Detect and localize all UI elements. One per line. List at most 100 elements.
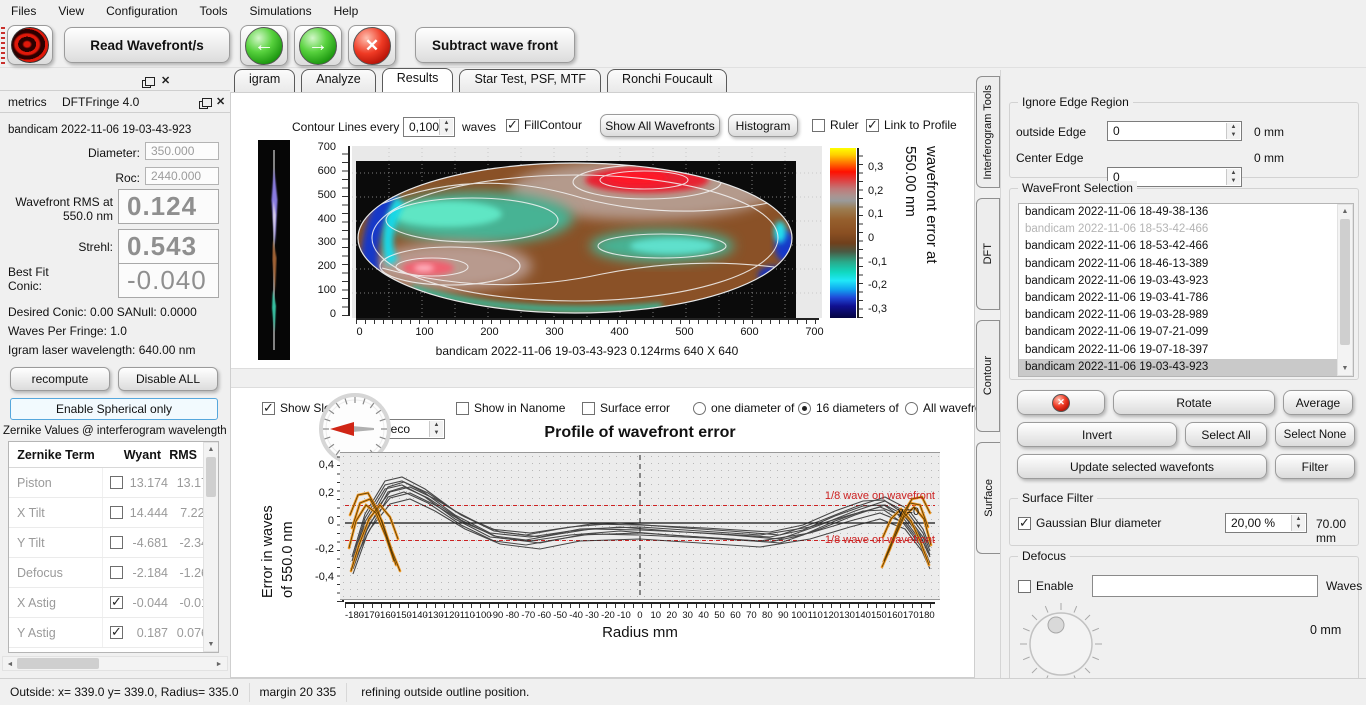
scroll-down-icon[interactable]: ▼ [1338,362,1352,375]
close-metrics-icon[interactable]: ✕ [216,97,225,107]
gaussian-percent-spinbox[interactable]: 20,00 % ▲▼ [1225,513,1307,533]
scroll-thumb[interactable] [206,457,216,497]
float-metrics-icon[interactable] [199,101,208,109]
average-button[interactable]: Average [1283,390,1353,415]
checkbox-icon[interactable] [582,402,595,415]
wavefront-list-item[interactable]: bandicam 2022-11-06 19-03-43-923 [1019,359,1337,376]
sixteen-diameters-radio[interactable]: 16 diameters of [798,401,899,415]
checkbox-icon[interactable] [262,402,275,415]
next-wavefront-button[interactable]: → [294,25,342,66]
gaussian-blur-checkbox[interactable]: Gaussian Blur diameter [1018,516,1161,530]
menu-item[interactable]: Configuration [95,0,188,22]
wavefront-list-item[interactable]: bandicam 2022-11-06 18-46-13-389 [1019,256,1337,273]
scroll-right-icon[interactable]: ► [212,657,226,670]
scroll-left-icon[interactable]: ◄ [3,657,17,670]
menu-item[interactable]: Help [323,0,370,22]
defocus-waves-input[interactable] [1092,575,1318,597]
zernike-checkbox[interactable] [110,536,123,549]
read-wavefronts-button[interactable]: Read Wavefront/s [64,27,230,63]
menu-item[interactable]: View [47,0,95,22]
wavefront-list-item[interactable]: bandicam 2022-11-06 19-03-28-989 [1019,307,1337,324]
scroll-up-icon[interactable]: ▲ [204,443,218,456]
main-tab[interactable]: Results [382,68,454,92]
main-tab[interactable]: igram [234,69,295,92]
checkbox-icon[interactable] [1018,580,1031,593]
prev-wavefront-button[interactable]: ← [240,25,288,66]
select-all-button[interactable]: Select All [1185,422,1267,447]
checkbox-icon[interactable] [506,119,519,132]
roc-field[interactable]: 2440.000 [145,167,219,185]
defocus-knob[interactable] [1018,601,1104,687]
invert-button[interactable]: Invert [1017,422,1177,447]
delete-wavefront-button[interactable]: ✕ [348,25,396,66]
defocus-enable-checkbox[interactable]: Enable [1018,579,1073,593]
zernike-checkbox[interactable] [110,566,123,579]
link-to-profile-checkbox[interactable]: Link to Profile [866,118,957,132]
close-panel-icon[interactable]: ✕ [161,76,170,86]
dock-tab[interactable]: Contour [976,320,1000,432]
dock-tab[interactable]: Interferogram Tools [976,76,1000,188]
wavefront-list-item[interactable]: bandicam 2022-11-06 19-03-41-786 [1019,290,1337,307]
wavefront-list-item[interactable]: bandicam 2022-11-06 18-53-42-466 [1019,238,1337,255]
filter-button[interactable]: Filter [1275,454,1355,479]
histogram-button[interactable]: Histogram [728,114,798,137]
menu-item[interactable]: Files [0,0,47,22]
igram-fringe-button[interactable] [7,25,53,65]
scroll-thumb[interactable] [17,658,99,669]
metrics-tab-label[interactable]: metrics [8,95,47,109]
main-tab[interactable]: Star Test, PSF, MTF [459,69,601,92]
wavefront-list-item[interactable]: bandicam 2022-11-06 19-07-21-099 [1019,324,1337,341]
wavefront-list-item[interactable]: bandicam 2022-11-06 18-49-38-136 [1019,204,1337,221]
radio-icon[interactable] [693,402,706,415]
checkbox-icon[interactable] [866,119,879,132]
dock-tab[interactable]: Surface [976,442,1001,554]
rotate-button[interactable]: Rotate [1113,390,1275,415]
wavefront-list-scrollbar[interactable]: ▲ ▼ [1337,204,1353,376]
ruler-checkbox[interactable]: Ruler [812,118,859,132]
zernike-checkbox[interactable] [110,626,123,639]
surface-error-checkbox[interactable]: Surface error [582,401,670,415]
menu-item[interactable]: Simulations [239,0,323,22]
main-tab[interactable]: Ronchi Foucault [607,69,727,92]
enable-spherical-button[interactable]: Enable Spherical only [10,398,218,420]
menu-item[interactable]: Tools [189,0,239,22]
zernike-vscrollbar[interactable]: ▲ ▼ [203,442,219,652]
fillcontour-checkbox[interactable]: FillContour [506,118,582,132]
radio-icon[interactable] [905,402,918,415]
recompute-button[interactable]: recompute [10,367,110,391]
metrics-hscrollbar[interactable]: ◄ ► [2,656,228,671]
main-tab[interactable]: Analyze [301,69,375,92]
select-none-button[interactable]: Select None [1275,422,1355,447]
zernike-checkbox[interactable] [110,506,123,519]
contour-interval-spinbox[interactable]: 0,100 ▲▼ [403,117,455,137]
zernike-checkbox[interactable] [110,476,123,489]
dock-tab[interactable]: DFT [976,198,1000,310]
float-panel-icon[interactable] [142,80,151,88]
outside-edge-spinbox[interactable]: 0 ▲▼ [1107,121,1242,141]
update-selected-button[interactable]: Update selected wavefonts [1017,454,1267,479]
scroll-down-icon[interactable]: ▼ [204,638,218,651]
profile-plot[interactable] [340,452,940,600]
checkbox-icon[interactable] [456,402,469,415]
wavefront-list[interactable]: bandicam 2022-11-06 18-49-38-136 bandica… [1018,203,1354,377]
wavefront-list-item[interactable]: bandicam 2022-11-06 19-07-18-397 [1019,342,1337,359]
show-in-nanometers-checkbox[interactable]: Show in Nanome [456,401,565,415]
scroll-up-icon[interactable]: ▲ [1338,205,1352,218]
toolbar-drag-handle[interactable] [1,26,5,64]
delete-selected-button[interactable]: ✕ [1017,390,1105,415]
show-all-wavefronts-button[interactable]: Show All Wavefronts [600,114,720,137]
checkbox-icon[interactable] [1018,517,1031,530]
disable-all-button[interactable]: Disable ALL [118,367,218,391]
subtract-wavefront-button[interactable]: Subtract wave front [415,27,575,63]
x-tick-label: -160 [377,610,393,621]
diameter-field[interactable]: 350.000 [145,142,219,160]
checkbox-icon[interactable] [812,119,825,132]
radio-icon[interactable] [798,402,811,415]
one-diameter-radio[interactable]: one diameter of [693,401,794,415]
wavefront-list-item[interactable]: bandicam 2022-11-06 19-03-43-923 [1019,273,1337,290]
wavefront-list-item[interactable]: bandicam 2022-11-06 18-53-42-466 [1019,221,1337,238]
igram-thumbnail[interactable] [258,140,290,360]
contour-plot[interactable] [352,146,822,318]
scroll-thumb[interactable] [1340,219,1350,345]
zernike-checkbox[interactable] [110,596,123,609]
